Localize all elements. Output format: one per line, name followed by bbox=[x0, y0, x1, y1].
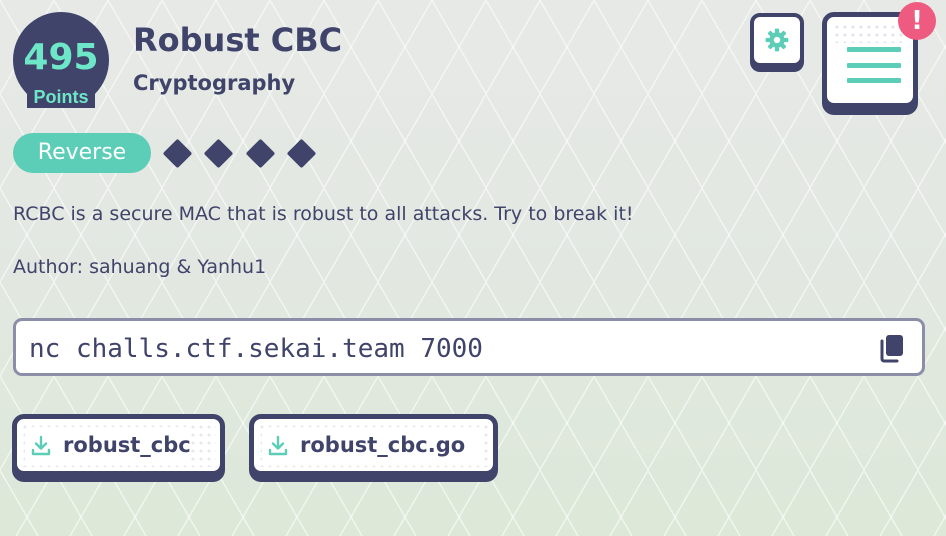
challenge-description: RCBC is a secure MAC that is robust to a… bbox=[13, 203, 634, 225]
copy-icon[interactable] bbox=[878, 334, 906, 364]
file-name: robust_cbc.go bbox=[300, 433, 466, 457]
settings-button[interactable] bbox=[750, 13, 804, 67]
alert-badge[interactable]: ! bbox=[898, 2, 936, 40]
file-name: robust_cbc bbox=[63, 433, 191, 457]
download-file-button[interactable]: robust_cbc.go bbox=[249, 414, 498, 476]
connection-command[interactable]: nc challs.ctf.sekai.team 7000 bbox=[29, 335, 483, 363]
difficulty-diamond bbox=[286, 138, 317, 169]
difficulty-diamond bbox=[203, 138, 234, 169]
category-tag: Reverse bbox=[13, 133, 151, 173]
download-icon bbox=[31, 435, 51, 456]
challenge-title: Robust CBC bbox=[133, 21, 343, 59]
download-file-button[interactable]: robust_cbc bbox=[12, 414, 225, 476]
decorative-dots bbox=[833, 23, 907, 43]
points-value: 495 bbox=[23, 37, 99, 78]
points-label: Points bbox=[27, 86, 95, 108]
connection-command-box[interactable]: nc challs.ctf.sekai.team 7000 bbox=[13, 318, 925, 376]
gear-icon bbox=[765, 28, 789, 52]
difficulty-diamond bbox=[162, 138, 193, 169]
difficulty-diamond bbox=[245, 138, 276, 169]
points-badge: 495 Points bbox=[13, 12, 109, 108]
challenge-category: Cryptography bbox=[133, 71, 296, 95]
download-icon bbox=[268, 435, 288, 456]
challenge-author: Author: sahuang & Yanhu1 bbox=[13, 256, 267, 278]
